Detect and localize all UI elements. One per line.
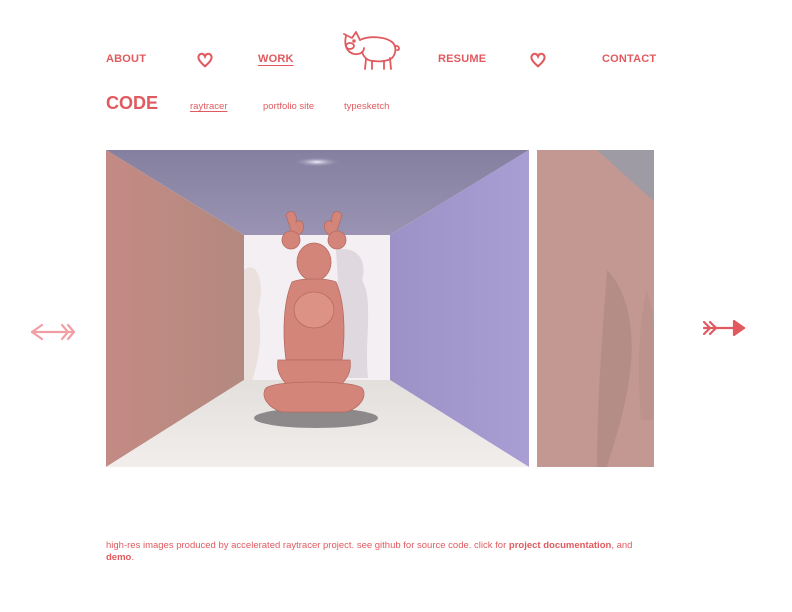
carousel-slide <box>537 150 654 467</box>
project-documentation-link[interactable]: project documentation <box>509 540 611 551</box>
tab-portfolio-site[interactable]: portfolio site <box>263 101 314 112</box>
nav-about[interactable]: ABOUT <box>106 53 146 65</box>
pig-logo-icon[interactable] <box>340 28 402 74</box>
arrow-left-icon[interactable] <box>30 322 76 342</box>
raytracer-render-image <box>537 150 654 467</box>
heart-icon <box>530 52 546 68</box>
page-title: CODE <box>106 93 159 113</box>
nav-contact[interactable]: CONTACT <box>602 53 656 65</box>
nav-resume[interactable]: RESUME <box>438 53 486 65</box>
arrow-right-icon[interactable] <box>702 318 748 338</box>
tab-raytracer[interactable]: raytracer <box>190 101 227 112</box>
caption-middle: , and <box>611 540 633 551</box>
raytracer-render-image <box>106 150 529 467</box>
carousel-slide <box>106 150 529 467</box>
caption-end: . <box>131 552 134 563</box>
nav-work[interactable]: WORK <box>258 53 294 65</box>
project-caption: high-res images produced by accelerated … <box>106 540 666 564</box>
caption-text: high-res images produced by accelerated … <box>106 540 509 551</box>
heart-icon <box>197 52 213 68</box>
demo-link[interactable]: demo <box>106 552 131 563</box>
image-carousel <box>106 150 654 467</box>
tab-typesketch[interactable]: typesketch <box>344 101 389 112</box>
